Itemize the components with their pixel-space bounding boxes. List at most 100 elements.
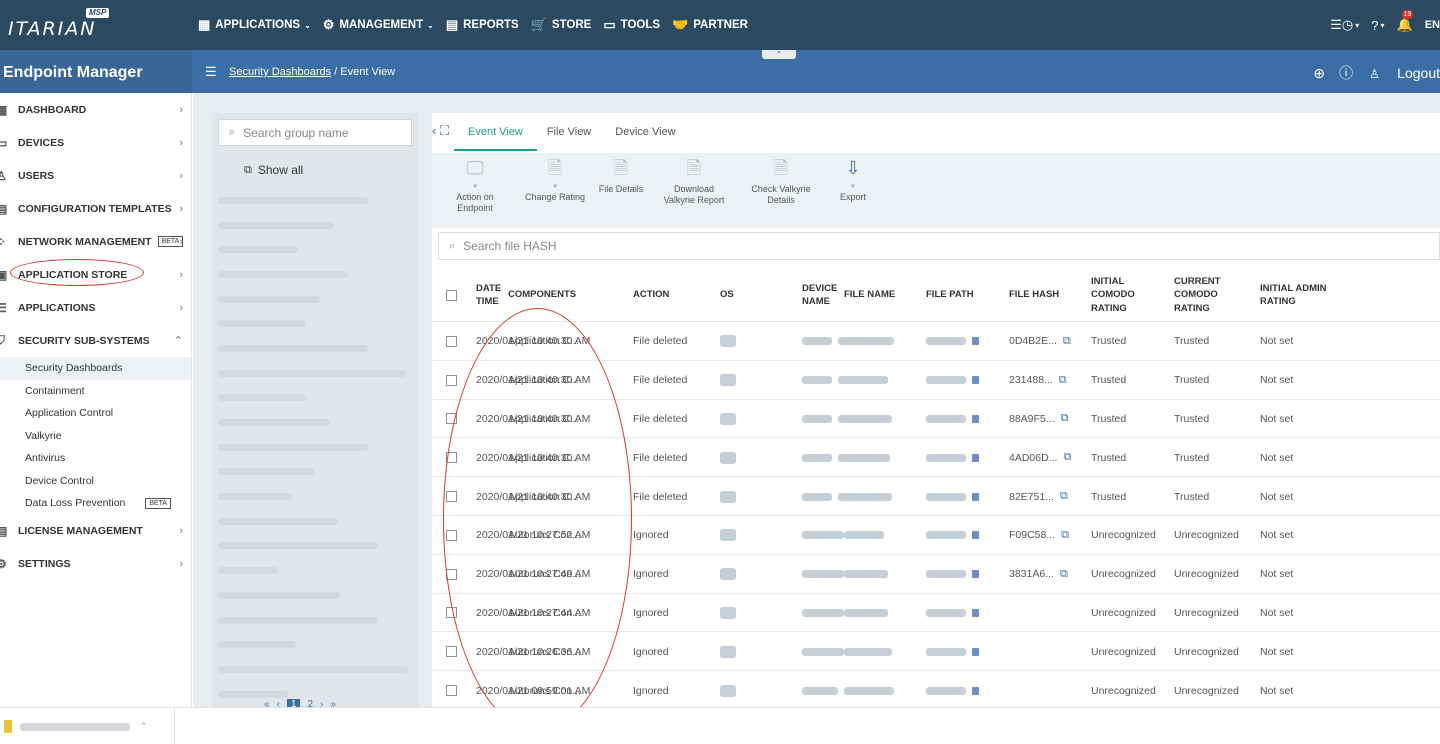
menu-tools[interactable]: ▭ TOOLS (603, 17, 660, 33)
group-list-item[interactable] (218, 336, 413, 361)
table-row[interactable]: 2020/01/21 10:40:30 AM Application C... Fi… (432, 477, 1440, 516)
table-row[interactable]: 2020/01/21 10:27:52 AM Autoruns Con... Ign… (432, 516, 1440, 555)
table-row[interactable]: 2020/01/21 10:27:49 AM Autoruns Con... Ign… (432, 555, 1440, 594)
copy-hash-icon[interactable]: ⧉ (1059, 374, 1067, 387)
hash-search-input[interactable]: ⌕ Search file HASH (438, 232, 1440, 260)
folder-icon[interactable] (972, 376, 979, 385)
folder-icon[interactable] (972, 608, 979, 617)
submenu-item-security-dashboards[interactable]: Security Dashboards (0, 357, 191, 380)
group-list-item[interactable] (218, 237, 413, 262)
table-row[interactable]: 2020/01/21 10:40:30 AM Application C... Fi… (432, 400, 1440, 439)
history-icon[interactable]: ☰◷ ▾ (1330, 17, 1359, 33)
toolbar-file-details-button[interactable]: 🗎 File Details (596, 159, 646, 195)
toolbar-check-valkyrie-details-button[interactable]: 🗎 Check Valkyrie Details (747, 159, 815, 206)
column-header-file-hash[interactable]: FILE HASH (1009, 268, 1087, 322)
tab-device-view[interactable]: Device View (615, 113, 675, 151)
table-row[interactable]: 2020/01/21 10:26:36 AM Autoruns Con... Ign… (432, 632, 1440, 672)
row-checkbox[interactable] (446, 594, 457, 633)
submenu-item-application-control[interactable]: Application Control (0, 402, 191, 425)
row-checkbox[interactable] (446, 555, 457, 594)
table-row[interactable]: 2020/01/21 10:40:30 AM Application C... Fi… (432, 322, 1440, 361)
group-list-item[interactable] (218, 213, 413, 238)
column-header-date-time[interactable]: DATE TIME (476, 268, 504, 322)
group-search-input[interactable]: ⌕ Search group name (218, 119, 412, 146)
checkbox[interactable] (446, 374, 457, 386)
group-list-item[interactable] (218, 311, 413, 336)
toolbar-change-rating-button[interactable]: 🗎 ▼ Change Rating (523, 159, 587, 203)
group-list-item[interactable] (218, 460, 413, 485)
copy-hash-icon[interactable]: ⧉ (1061, 412, 1069, 425)
row-checkbox[interactable] (446, 322, 457, 361)
sidebar-item-network-management[interactable]: ⁘NETWORK MANAGEMENTBETA› (0, 225, 191, 258)
folder-icon[interactable] (972, 337, 979, 346)
submenu-item-data-loss-prevention[interactable]: Data Loss Prevention BETA (0, 492, 191, 515)
table-row[interactable]: 2020/01/21 09:59:01 AM Autoruns Con... Ign… (432, 671, 1440, 710)
sidebar-item-devices[interactable]: ▭ DEVICES › (0, 126, 191, 159)
breadcrumb-link[interactable]: Security Dashboards (229, 66, 331, 78)
copy-hash-icon[interactable]: ⧉ (1063, 335, 1071, 348)
group-list-item[interactable] (218, 632, 413, 657)
group-list-item[interactable] (218, 188, 413, 213)
submenu-item-antivirus[interactable]: Antivirus (0, 447, 191, 470)
checkbox[interactable] (446, 529, 457, 541)
folder-icon[interactable] (972, 570, 979, 579)
column-header-action[interactable]: ACTION (633, 268, 716, 322)
copy-hash-icon[interactable]: ⧉ (1060, 490, 1068, 503)
group-list-item[interactable] (218, 583, 413, 608)
row-checkbox[interactable] (446, 632, 457, 671)
language-selector[interactable]: EN (1425, 19, 1440, 31)
table-row[interactable]: 2020/01/21 10:40:30 AM Application C... Fi… (432, 438, 1440, 478)
group-list-item[interactable] (218, 608, 413, 633)
row-checkbox[interactable] (446, 361, 457, 400)
group-list-item[interactable] (218, 509, 413, 534)
group-list-item[interactable] (218, 386, 413, 411)
folder-icon[interactable] (972, 414, 979, 423)
sidebar-item-dashboard[interactable]: ▦ DASHBOARD › (0, 93, 191, 126)
column-header-current-comodo-rating[interactable]: CURRENT COMODO RATING (1174, 268, 1256, 322)
row-checkbox[interactable] (446, 516, 457, 555)
checkbox[interactable] (446, 568, 457, 580)
collapse-header-button[interactable]: ⌃ (762, 50, 796, 59)
add-icon[interactable]: ⊕ (1313, 65, 1325, 82)
toolbar-export-button[interactable]: ⇩ ▼ Export (832, 159, 874, 203)
copy-hash-icon[interactable]: ⧉ (1061, 529, 1069, 542)
tab-file-view[interactable]: File View (547, 113, 591, 151)
sidebar-item-license-management[interactable]: ▤ LICENSE MANAGEMENT › (0, 515, 191, 548)
copy-hash-icon[interactable]: ⧉ (1060, 568, 1068, 581)
select-all-checkbox[interactable] (446, 268, 457, 322)
help-icon[interactable]: ? ▾ (1371, 18, 1384, 33)
table-row[interactable]: 2020/01/21 10:40:30 AM Application C... Fi… (432, 361, 1440, 400)
sidebar-item-settings[interactable]: ⚙ SETTINGS › (0, 548, 191, 581)
sidebar-item-application-store[interactable]: ▣ APPLICATION STORE › (0, 258, 191, 291)
checkbox[interactable] (446, 452, 457, 464)
folder-icon[interactable] (972, 531, 979, 540)
column-header-file-path[interactable]: FILE PATH (926, 268, 1005, 322)
sidebar-item-configuration-templates[interactable]: ▤ CONFIGURATION TEMPLATES › (0, 192, 191, 225)
logout-button[interactable]: ♙ Logout (1369, 65, 1440, 81)
group-list-item[interactable] (218, 287, 413, 312)
group-list-item[interactable] (218, 361, 413, 386)
menu-store[interactable]: 🛒 STORE (531, 17, 592, 33)
submenu-item-valkyrie[interactable]: Valkyrie (0, 425, 191, 448)
checkbox[interactable] (446, 335, 457, 347)
group-list-item[interactable] (218, 410, 413, 435)
column-header-file-name[interactable]: FILE NAME (844, 268, 922, 322)
sidebar-item-users[interactable]: ♙ USERS › (0, 159, 191, 192)
column-header-device-name[interactable]: DEVICE NAME (802, 268, 840, 322)
itarian-logo[interactable]: MSP ITARIAN (8, 8, 110, 40)
folder-icon[interactable] (972, 686, 979, 695)
checkbox[interactable] (446, 289, 457, 301)
group-list-item[interactable] (218, 657, 413, 682)
sidebar-item-security-sub-systems[interactable]: ⛉ SECURITY SUB-SYSTEMS ⌃ (0, 324, 191, 357)
sidebar-item-applications[interactable]: ☰ APPLICATIONS › (0, 291, 191, 324)
row-checkbox[interactable] (446, 400, 457, 439)
checkbox[interactable] (446, 685, 457, 697)
checkbox[interactable] (446, 413, 457, 425)
tab-event-view[interactable]: Event View (454, 113, 537, 151)
tree-toggle-icon[interactable]: ‹ ⛶ (432, 123, 449, 139)
column-header-initial-admin-rating[interactable]: INITIAL ADMIN RATING (1260, 268, 1354, 322)
hamburger-icon[interactable]: ☰ (205, 64, 217, 80)
folder-icon[interactable] (972, 647, 979, 656)
row-checkbox[interactable] (446, 477, 457, 516)
table-row[interactable]: 2020/01/21 10:27:44 AM Autoruns Con... Ign… (432, 594, 1440, 633)
